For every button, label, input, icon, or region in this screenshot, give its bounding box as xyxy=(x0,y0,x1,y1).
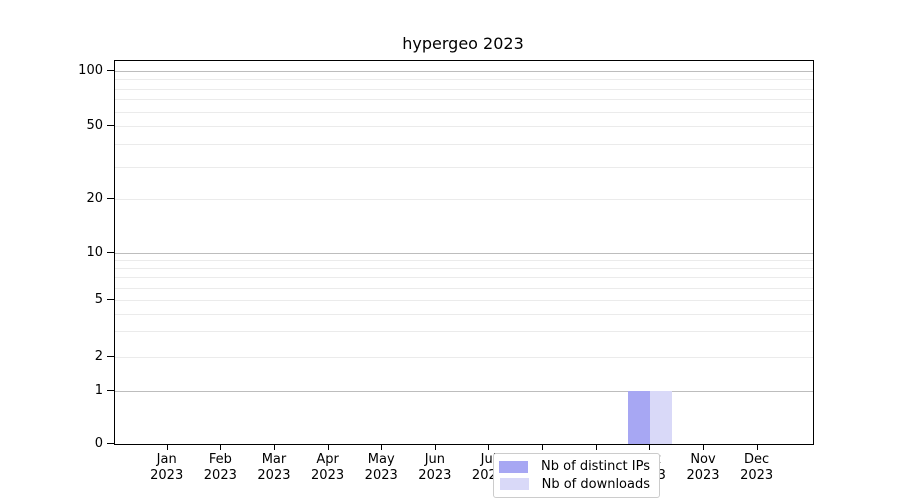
x-tick-year: 2023 xyxy=(675,468,731,484)
legend-swatch-downloads xyxy=(500,478,529,490)
gridline-4 xyxy=(115,314,813,315)
y-tick-label-2: 2 xyxy=(59,350,103,363)
gridline-80 xyxy=(115,89,813,90)
gridline-2 xyxy=(115,357,813,358)
gridline-30 xyxy=(115,167,813,168)
x-tick-mark-apr xyxy=(328,444,329,450)
legend-row-distinct-ips: Nb of distinct IPs xyxy=(500,458,650,475)
x-tick-label-apr: Apr2023 xyxy=(300,452,356,484)
x-tick-mark-feb xyxy=(220,444,221,450)
legend-row-downloads: Nb of downloads xyxy=(500,476,650,493)
x-tick-mark-mar xyxy=(274,444,275,450)
legend-label-downloads: Nb of downloads xyxy=(542,477,650,492)
gridline-9 xyxy=(115,260,813,261)
y-tick-mark-10 xyxy=(107,252,114,253)
x-tick-month: Dec xyxy=(729,452,785,468)
y-tick-mark-100 xyxy=(107,70,114,71)
y-tick-label-1: 1 xyxy=(59,384,103,397)
gridline-6 xyxy=(115,288,813,289)
x-tick-label-mar: Mar2023 xyxy=(246,452,302,484)
x-tick-mark-nov xyxy=(703,444,704,450)
x-tick-mark-jan xyxy=(167,444,168,450)
x-tick-year: 2023 xyxy=(139,468,195,484)
gridline-50 xyxy=(115,126,813,127)
y-tick-label-50: 50 xyxy=(59,119,103,132)
legend-label-distinct-ips: Nb of distinct IPs xyxy=(541,459,650,474)
y-tick-mark-20 xyxy=(107,198,114,199)
x-tick-mark-dec xyxy=(757,444,758,450)
chart-title: hypergeo 2023 xyxy=(114,34,812,53)
figure: hypergeo 2023 Nb of distinct IPs Nb of d… xyxy=(0,0,900,500)
y-tick-mark-2 xyxy=(107,356,114,357)
x-tick-month: May xyxy=(353,452,409,468)
x-tick-mark-aug xyxy=(542,444,543,450)
gridline-40 xyxy=(115,144,813,145)
x-tick-month: Mar xyxy=(246,452,302,468)
x-tick-mark-jul xyxy=(488,444,489,450)
gridline-5 xyxy=(115,300,813,301)
y-tick-mark-0 xyxy=(107,443,114,444)
gridline-7 xyxy=(115,277,813,278)
y-tick-mark-50 xyxy=(107,125,114,126)
x-tick-mark-may xyxy=(381,444,382,450)
x-tick-label-jun: Jun2023 xyxy=(407,452,463,484)
x-tick-mark-sep xyxy=(596,444,597,450)
gridline-10 xyxy=(115,253,813,254)
x-tick-label-may: May2023 xyxy=(353,452,409,484)
x-tick-year: 2023 xyxy=(729,468,785,484)
gridline-8 xyxy=(115,268,813,269)
y-tick-mark-1 xyxy=(107,390,114,391)
gridline-100 xyxy=(115,71,813,72)
x-tick-year: 2023 xyxy=(353,468,409,484)
y-tick-label-0: 0 xyxy=(59,437,103,450)
x-tick-label-feb: Feb2023 xyxy=(192,452,248,484)
x-tick-month: Jun xyxy=(407,452,463,468)
x-tick-mark-oct xyxy=(649,444,650,450)
x-tick-month: Apr xyxy=(300,452,356,468)
bar-nb-of-downloads-oct-2023 xyxy=(650,391,672,445)
legend: Nb of distinct IPs Nb of downloads xyxy=(493,453,660,498)
x-tick-label-jan: Jan2023 xyxy=(139,452,195,484)
legend-swatch-distinct-ips xyxy=(499,461,528,473)
gridline-60 xyxy=(115,112,813,113)
y-tick-mark-5 xyxy=(107,299,114,300)
y-tick-label-100: 100 xyxy=(59,64,103,77)
x-tick-year: 2023 xyxy=(246,468,302,484)
x-tick-mark-jun xyxy=(435,444,436,450)
x-tick-month: Jan xyxy=(139,452,195,468)
gridline-1 xyxy=(115,391,813,392)
x-tick-year: 2023 xyxy=(407,468,463,484)
bar-nb-of-distinct-ips-oct-2023 xyxy=(628,391,650,445)
gridline-3 xyxy=(115,331,813,332)
x-tick-label-dec: Dec2023 xyxy=(729,452,785,484)
x-tick-label-nov: Nov2023 xyxy=(675,452,731,484)
x-tick-month: Feb xyxy=(192,452,248,468)
x-tick-month: Nov xyxy=(675,452,731,468)
gridline-20 xyxy=(115,199,813,200)
y-tick-label-5: 5 xyxy=(59,293,103,306)
y-tick-label-20: 20 xyxy=(59,192,103,205)
x-tick-year: 2023 xyxy=(192,468,248,484)
plot-area: Nb of distinct IPs Nb of downloads xyxy=(114,60,814,445)
y-tick-label-10: 10 xyxy=(59,246,103,259)
gridline-70 xyxy=(115,99,813,100)
gridline-90 xyxy=(115,79,813,80)
x-tick-year: 2023 xyxy=(300,468,356,484)
